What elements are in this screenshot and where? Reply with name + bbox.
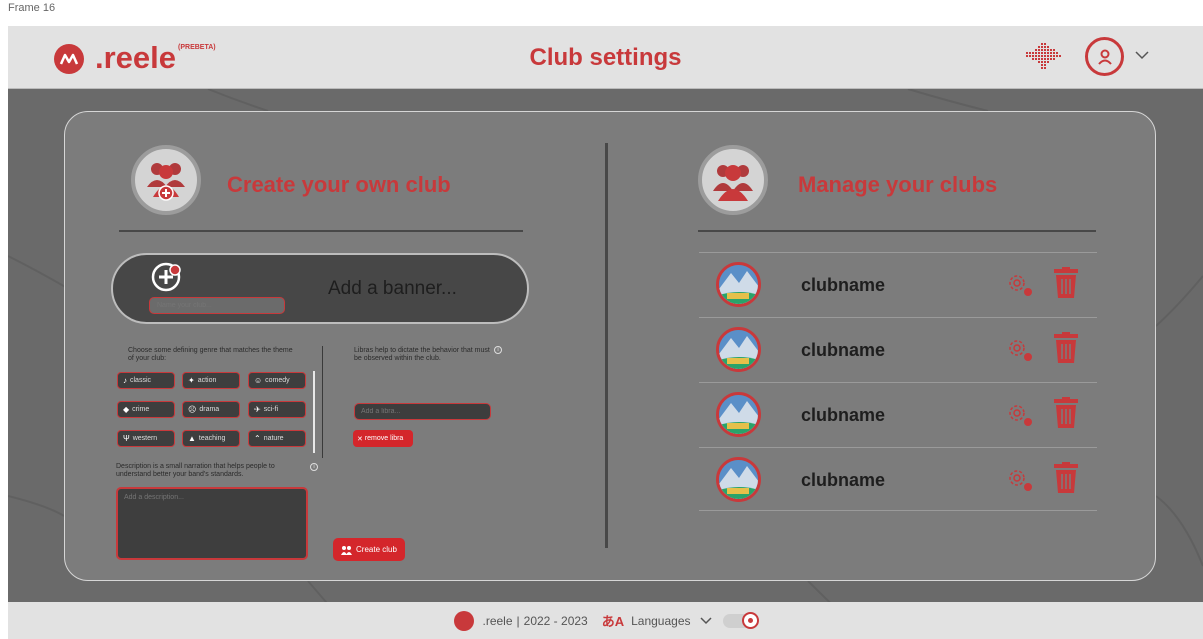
trash-icon[interactable]	[1053, 397, 1079, 429]
genre-chip-drama[interactable]: ☹ drama	[182, 401, 240, 418]
club-name: clubname	[801, 340, 886, 360]
genre-chip-nature[interactable]: ⌃ nature	[248, 430, 306, 447]
club-avatar	[716, 457, 761, 502]
translate-icon: あA	[601, 614, 625, 629]
sci-fi-icon: ✈	[254, 405, 261, 414]
toggle-knob	[741, 611, 759, 629]
libra-hint: Libras help to dictate the behavior that…	[354, 347, 490, 362]
club-row[interactable]: clubname	[699, 252, 1097, 316]
cactus-icon: Ψ	[123, 434, 130, 443]
gear-icon[interactable]	[1006, 467, 1034, 493]
mountain-icon: ⌃	[254, 434, 261, 443]
description-hint: Description is a small narration that he…	[116, 463, 275, 478]
gear-icon[interactable]	[1006, 272, 1034, 298]
add-banner-label: Add a banner...	[328, 278, 457, 299]
app-frame: .reele (PREBETA) Club settings Create yo…	[8, 26, 1203, 639]
club-name: clubname	[801, 275, 886, 295]
add-banner-plus-icon[interactable]	[151, 261, 183, 293]
section-divider	[605, 143, 608, 548]
genre-chip-classic[interactable]: ♪ classic	[117, 372, 175, 389]
genre-chip-sci-fi[interactable]: ✈ sci-fi	[248, 401, 306, 418]
libra-input[interactable]	[354, 403, 491, 420]
page-title: Club settings	[529, 44, 682, 71]
graduation-cap-icon: ▲	[188, 434, 196, 443]
club-avatar	[716, 262, 761, 307]
club-row[interactable]: clubname	[699, 382, 1097, 446]
club-name-input[interactable]	[149, 297, 285, 314]
genre-scrollbar[interactable]	[313, 371, 315, 453]
action-icon: ✦	[188, 376, 195, 385]
manage-clubs-title: Manage your clubs	[798, 172, 998, 197]
genre-hint: Choose some defining genre that matches …	[128, 347, 293, 362]
languages-label[interactable]: Languages	[631, 614, 690, 628]
drama-mask-icon: ☹	[188, 405, 197, 414]
trash-icon[interactable]	[1053, 332, 1079, 364]
user-avatar-button[interactable]	[1085, 37, 1124, 76]
gear-icon[interactable]	[1006, 402, 1034, 428]
close-icon: ✕	[357, 435, 365, 443]
footer-brand: .reele	[482, 613, 513, 628]
dotted-pattern-icon[interactable]	[1026, 42, 1062, 72]
libra-info-icon[interactable]: i	[494, 346, 502, 354]
description-info-icon[interactable]: i	[310, 463, 318, 471]
genre-column-divider	[322, 346, 323, 458]
group-icon	[341, 545, 353, 555]
genre-chip-comedy[interactable]: ☺ comedy	[248, 372, 306, 389]
frame-label: Frame 16	[8, 2, 56, 14]
create-title-rule	[119, 230, 523, 232]
club-avatar	[716, 327, 761, 372]
club-row[interactable]: clubname	[699, 447, 1097, 511]
genre-chip-teaching[interactable]: ▲ teaching	[182, 430, 240, 447]
remove-libra-button[interactable]: ✕ remove libra	[353, 430, 413, 447]
reele-logo-icon	[453, 610, 474, 631]
genre-chip-action[interactable]: ✦ action	[182, 372, 240, 389]
create-club-icon	[131, 145, 201, 215]
club-name: clubname	[801, 405, 886, 425]
manage-title-rule	[698, 230, 1096, 232]
description-input[interactable]	[116, 487, 308, 560]
chevron-down-icon[interactable]	[699, 616, 713, 625]
create-club-button[interactable]: Create club	[333, 538, 405, 561]
trash-icon[interactable]	[1053, 462, 1079, 494]
chevron-down-icon[interactable]	[1134, 50, 1150, 60]
create-club-title: Create your own club	[227, 172, 451, 197]
genre-chip-western[interactable]: Ψwestern	[117, 430, 175, 447]
footer-years: 2022 - 2023	[523, 613, 588, 628]
manage-clubs-icon	[698, 145, 768, 215]
add-banner-area[interactable]: Add a banner...	[111, 253, 529, 324]
club-row[interactable]: clubname	[699, 317, 1097, 381]
comedy-mask-icon: ☺	[254, 376, 263, 385]
trash-icon[interactable]	[1053, 267, 1079, 299]
user-icon	[1097, 49, 1112, 65]
footer-separator: |	[516, 613, 520, 628]
club-avatar	[716, 392, 761, 437]
club-name: clubname	[801, 470, 886, 490]
theme-toggle[interactable]	[722, 611, 759, 629]
violin-icon: ♪	[123, 376, 127, 385]
gear-icon[interactable]	[1006, 337, 1034, 363]
top-bar: .reele (PREBETA) Club settings	[8, 26, 1203, 89]
genre-chip-crime[interactable]: ◆ crime	[117, 401, 175, 418]
crime-icon: ◆	[123, 405, 130, 414]
footer: .reele | 2022 - 2023 あA Languages	[8, 602, 1203, 639]
